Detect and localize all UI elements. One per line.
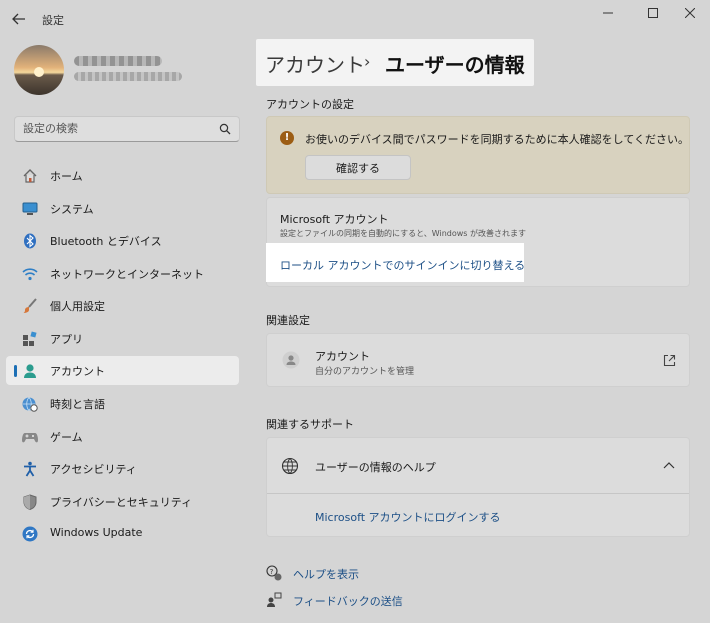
switch-to-local-account-link[interactable]: ローカル アカウントでのサインインに切り替える [280,257,525,273]
svg-text:?: ? [270,568,274,576]
sidebar-item-home[interactable]: ホーム [6,161,239,190]
chevron-up-icon[interactable] [663,460,675,470]
sidebar-item-label: ホーム [50,170,83,183]
related-account-description: 自分のアカウントを管理 [315,367,415,377]
minimize-icon[interactable] [588,2,628,24]
sidebar-item-label: アクセシビリティ [50,463,137,476]
maximize-icon[interactable] [633,2,673,24]
verify-button[interactable]: 確認する [305,155,411,180]
bluetooth-icon [21,232,39,250]
help-expander-title[interactable]: ユーザーの情報のヘルプ [315,459,436,475]
globe-clock-icon [21,395,39,413]
back-arrow-icon[interactable] [8,8,30,30]
sidebar-item-label: ゲーム [50,431,83,444]
update-icon [21,525,39,543]
selection-indicator [14,365,17,377]
sidebar-item-label: プライバシーとセキュリティ [50,496,193,509]
warning-icon: ! [280,131,294,145]
brush-icon [21,297,39,315]
section-title-related-settings: 関連設定 [266,314,310,327]
sidebar-item-system[interactable]: システム [6,194,239,223]
system-icon [21,200,39,218]
ms-account-login-link[interactable]: Microsoft アカウントにログインする [315,509,501,525]
sidebar-item-label: 個人用設定 [50,300,105,313]
wifi-icon [21,265,39,283]
sidebar-item-accessibility[interactable]: アクセシビリティ [6,454,239,483]
sidebar-item-bluetooth[interactable]: Bluetooth とデバイス [6,226,239,255]
sidebar-item-time-language[interactable]: 時刻と言語 [6,389,239,418]
help-icon: ? [266,565,282,581]
sidebar-item-apps[interactable]: アプリ [6,324,239,353]
sidebar-item-windows-update[interactable]: Windows Update [6,519,239,548]
person-icon [282,351,300,369]
breadcrumb-parent[interactable]: アカウント [265,49,365,78]
sidebar-item-label: システム [50,203,94,216]
sidebar-item-label: アプリ [50,333,83,346]
sidebar-item-label: 時刻と言語 [50,398,105,411]
sidebar-item-label: ネットワークとインターネット [50,268,204,281]
open-external-icon[interactable] [663,354,676,367]
section-title-related-support: 関連するサポート [266,418,354,431]
divider [267,493,689,494]
search-icon[interactable] [219,123,231,135]
sidebar-item-gaming[interactable]: ゲーム [6,422,239,451]
gamepad-icon [21,428,39,446]
search-input[interactable] [23,122,213,135]
page-title: ユーザーの情報 [385,53,525,77]
accessibility-icon [21,460,39,478]
window-title: 設定 [42,14,64,27]
account-icon [21,362,39,380]
get-help-link[interactable]: ヘルプを表示 [293,566,359,582]
related-account-card[interactable]: アカウント 自分のアカウントを管理 [266,333,690,387]
avatar[interactable] [14,45,64,95]
feedback-icon [266,592,282,608]
verify-identity-banner: ! お使いのデバイス間でパスワードを同期するために本人確認をしてください。 確認… [266,116,690,194]
search-box[interactable] [14,116,240,142]
apps-icon [21,330,39,348]
ms-account-description: 設定とファイルの同期を自動的にすると、Windows が改善されます [280,229,527,238]
sidebar-item-label: Windows Update [50,526,143,539]
warning-text: お使いのデバイス間でパスワードを同期するために本人確認をしてください。 [305,133,690,146]
breadcrumb-separator: › [364,52,371,71]
close-icon[interactable] [670,2,710,24]
related-account-title: アカウント [315,350,370,363]
user-email-blurred [74,72,182,81]
sidebar-item-network[interactable]: ネットワークとインターネット [6,259,239,288]
shield-icon [21,493,39,511]
local-account-link-container: ローカル アカウントでのサインインに切り替える [266,243,525,282]
sidebar-item-label: アカウント [50,365,105,378]
ms-account-title: Microsoft アカウント [280,213,389,226]
title-bar: 設定 [0,0,710,34]
user-name-blurred [74,56,162,66]
help-expander: ユーザーの情報のヘルプ Microsoft アカウントにログインする [266,437,690,537]
send-feedback-link[interactable]: フィードバックの送信 [293,593,403,609]
home-icon [21,167,39,185]
sidebar-item-label: Bluetooth とデバイス [50,235,162,248]
section-title-account-settings: アカウントの設定 [266,98,354,111]
breadcrumb: アカウント › ユーザーの情報 [256,39,534,86]
sidebar-item-privacy[interactable]: プライバシーとセキュリティ [6,487,239,516]
sidebar-item-personalization[interactable]: 個人用設定 [6,291,239,320]
globe-icon [281,457,299,475]
sidebar-item-accounts[interactable]: アカウント [6,356,239,385]
